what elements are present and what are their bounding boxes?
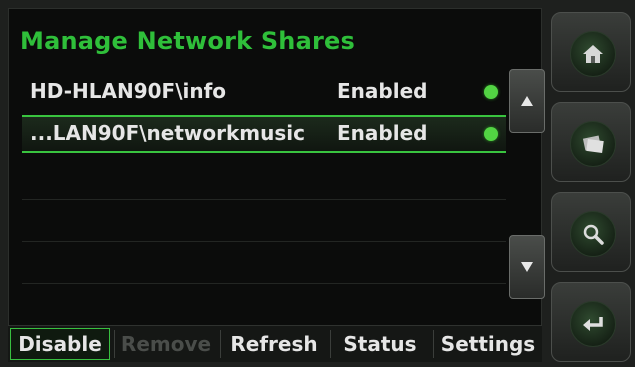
home-icon (583, 45, 603, 63)
search-button-face (570, 211, 616, 257)
screen: Manage Network Shares HD-HLAN90F\info En… (0, 0, 635, 367)
main-panel: Manage Network Shares HD-HLAN90F\info En… (8, 8, 545, 360)
photos-button[interactable] (551, 102, 631, 182)
share-name: ...LAN90F\networkmusic (30, 121, 305, 145)
status-button[interactable]: Status (332, 328, 428, 360)
page-title: Manage Network Shares (20, 27, 355, 55)
list-divider (22, 241, 506, 242)
share-row[interactable]: HD-HLAN90F\info Enabled (22, 73, 506, 111)
tab-separator (433, 330, 434, 358)
share-name: HD-HLAN90F\info (30, 79, 227, 103)
list-divider (22, 283, 506, 284)
share-status: Enabled (337, 121, 428, 145)
back-button-face (570, 301, 616, 347)
photos-icon (582, 135, 604, 154)
down-arrow-icon (521, 262, 533, 272)
tab-separator (114, 330, 115, 358)
disable-button[interactable]: Disable (10, 328, 110, 360)
home-button-face (570, 31, 616, 77)
refresh-button[interactable]: Refresh (222, 328, 326, 360)
settings-button[interactable]: Settings (435, 328, 541, 360)
back-button[interactable] (551, 282, 631, 362)
action-bar: Disable Remove Refresh Status Settings (8, 325, 542, 362)
search-icon (583, 224, 604, 245)
tab-separator (220, 330, 221, 358)
search-button[interactable] (551, 192, 631, 272)
status-dot-icon (484, 127, 498, 141)
tab-separator (330, 330, 331, 358)
remove-button[interactable]: Remove (116, 328, 216, 360)
home-button[interactable] (551, 12, 631, 92)
share-row-selected[interactable]: ...LAN90F\networkmusic Enabled (22, 115, 506, 153)
back-icon (583, 317, 603, 331)
scroll-up-button[interactable] (509, 69, 545, 133)
share-status: Enabled (337, 79, 428, 103)
status-dot-icon (484, 85, 498, 99)
up-arrow-icon (521, 96, 533, 106)
scroll-down-button[interactable] (509, 235, 545, 299)
list-divider (22, 199, 506, 200)
photos-button-face (570, 121, 616, 167)
